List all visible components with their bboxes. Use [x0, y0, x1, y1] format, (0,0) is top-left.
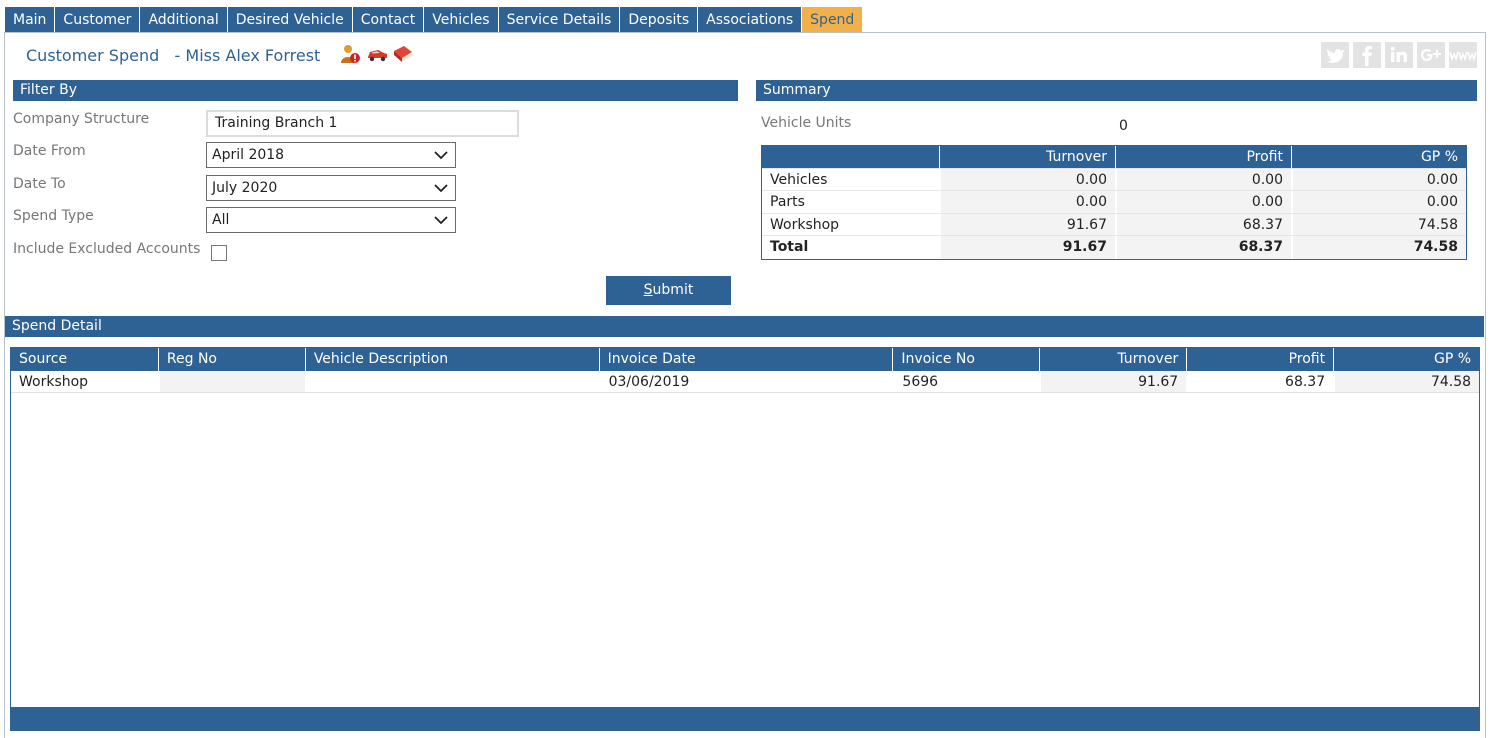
- chevron-down-icon: [434, 151, 448, 160]
- tab-customer[interactable]: Customer: [55, 7, 140, 33]
- summary-cell: 91.67: [939, 236, 1115, 259]
- col-reg-no[interactable]: Reg No: [157, 348, 305, 371]
- grid-footer-bar: [10, 707, 1480, 731]
- summary-cell: 0.00: [1291, 191, 1466, 213]
- user-alert-icon[interactable]: [340, 44, 362, 64]
- tab-deposits[interactable]: Deposits: [620, 7, 698, 33]
- filter-header: Filter By: [13, 80, 738, 101]
- tab-vehicles[interactable]: Vehicles: [424, 7, 498, 33]
- cell-profit: 68.37: [1186, 371, 1333, 392]
- company-structure-label: Company Structure: [13, 111, 150, 127]
- tab-desired-vehicle[interactable]: Desired Vehicle: [227, 7, 352, 33]
- summary-cell: Total: [770, 239, 809, 255]
- col-profit[interactable]: Profit: [1186, 348, 1333, 371]
- summary-col-gp: GP %: [1291, 146, 1466, 168]
- date-from-label: Date From: [13, 143, 86, 159]
- chevron-down-icon: [434, 216, 448, 225]
- tab-service-details[interactable]: Service Details: [498, 7, 620, 33]
- summary-row-workshop: Workshop 91.67 68.37 74.58: [762, 213, 1466, 236]
- summary-cell: 0.00: [939, 191, 1115, 213]
- col-invoice-date[interactable]: Invoice Date: [598, 348, 893, 371]
- summary-cell: 74.58: [1291, 213, 1466, 235]
- cell-invoice-date: 03/06/2019: [598, 371, 893, 392]
- tab-spend[interactable]: Spend: [802, 7, 863, 33]
- summary-row-parts: Parts 0.00 0.00 0.00: [762, 191, 1466, 214]
- col-source[interactable]: Source: [11, 348, 158, 371]
- summary-row-total: Total 91.67 68.37 74.58: [762, 236, 1466, 259]
- summary-table: Turnover Profit GP % Vehicles 0.00 0.00 …: [761, 145, 1467, 260]
- google-plus-icon[interactable]: [1417, 42, 1445, 68]
- date-from-value: April 2018: [212, 147, 285, 163]
- vehicle-units-label: Vehicle Units: [761, 115, 852, 131]
- tab-contact[interactable]: Contact: [352, 7, 424, 33]
- summary-cell: Vehicles: [770, 171, 828, 188]
- cell-invoice-no: 5696: [892, 371, 1039, 392]
- cell-turnover: 91.67: [1039, 371, 1187, 392]
- submit-label: ubmit: [652, 282, 694, 298]
- title-icons: [340, 44, 414, 64]
- date-to-label: Date To: [13, 176, 66, 192]
- car-icon[interactable]: [366, 44, 388, 64]
- grid-header-row: Source Reg No Vehicle Description Invoic…: [11, 348, 1479, 371]
- spend-detail-header: Spend Detail: [5, 316, 1484, 337]
- customer-name: - Miss Alex Forrest: [174, 46, 321, 65]
- facebook-icon[interactable]: [1353, 42, 1381, 68]
- summary-row-vehicles: Vehicles 0.00 0.00 0.00: [762, 168, 1466, 191]
- social-links: [1321, 42, 1477, 68]
- cell-reg-no: [157, 371, 305, 392]
- tab-bar: Main Customer Additional Desired Vehicle…: [5, 7, 863, 33]
- summary-header-row: Turnover Profit GP %: [762, 146, 1466, 169]
- include-excluded-checkbox[interactable]: [211, 245, 227, 261]
- page-title: Customer Spend - Miss Alex Forrest: [26, 46, 320, 65]
- spend-detail-grid: Source Reg No Vehicle Description Invoic…: [10, 347, 1480, 731]
- summary-cell: 68.37: [1115, 236, 1291, 259]
- include-excluded-label: Include Excluded Accounts: [13, 241, 201, 257]
- summary-cell: 0.00: [939, 168, 1115, 190]
- twitter-icon[interactable]: [1321, 42, 1349, 68]
- linkedin-icon[interactable]: [1385, 42, 1413, 68]
- page-title-text: Customer Spend: [26, 46, 160, 65]
- tab-associations[interactable]: Associations: [698, 7, 802, 33]
- summary-header: Summary: [756, 80, 1477, 101]
- cell-gp: 74.58: [1333, 371, 1480, 392]
- spend-type-value: All: [212, 212, 230, 228]
- book-icon[interactable]: [392, 44, 414, 64]
- date-to-value: July 2020: [212, 180, 278, 196]
- spend-type-select[interactable]: All: [206, 207, 456, 233]
- chevron-down-icon: [434, 184, 448, 193]
- summary-cell: 68.37: [1115, 213, 1291, 235]
- summary-cell: Workshop: [770, 216, 840, 233]
- vehicle-units-value: 0: [1119, 118, 1128, 134]
- date-from-select[interactable]: April 2018: [206, 142, 456, 168]
- summary-cell: 91.67: [939, 213, 1115, 235]
- summary-col-profit: Profit: [1115, 146, 1291, 168]
- table-row[interactable]: Workshop 03/06/2019 5696 91.67 68.37 74.…: [11, 371, 1480, 393]
- summary-cell: Parts: [770, 194, 805, 210]
- tab-additional[interactable]: Additional: [140, 7, 227, 33]
- summary-cell: 74.58: [1291, 236, 1466, 259]
- col-invoice-no[interactable]: Invoice No: [892, 348, 1039, 371]
- summary-col-turnover: Turnover: [939, 146, 1115, 168]
- cell-vehicle-description: [304, 371, 599, 392]
- col-turnover[interactable]: Turnover: [1039, 348, 1186, 371]
- cell-source: Workshop: [19, 374, 89, 390]
- summary-cell: 0.00: [1115, 168, 1291, 190]
- submit-accesskey: S: [643, 282, 653, 298]
- submit-button[interactable]: Submit: [606, 276, 731, 305]
- company-structure-input[interactable]: Training Branch 1: [206, 110, 519, 137]
- summary-cell: 0.00: [1291, 168, 1466, 190]
- col-gp[interactable]: GP %: [1333, 348, 1479, 371]
- summary-cell: 0.00: [1115, 191, 1291, 213]
- col-vehicle-description[interactable]: Vehicle Description: [304, 348, 599, 371]
- spend-type-label: Spend Type: [13, 208, 94, 224]
- www-icon[interactable]: [1449, 42, 1477, 68]
- tab-main[interactable]: Main: [5, 7, 55, 33]
- summary-col-blank: [762, 146, 939, 168]
- date-to-select[interactable]: July 2020: [206, 175, 456, 201]
